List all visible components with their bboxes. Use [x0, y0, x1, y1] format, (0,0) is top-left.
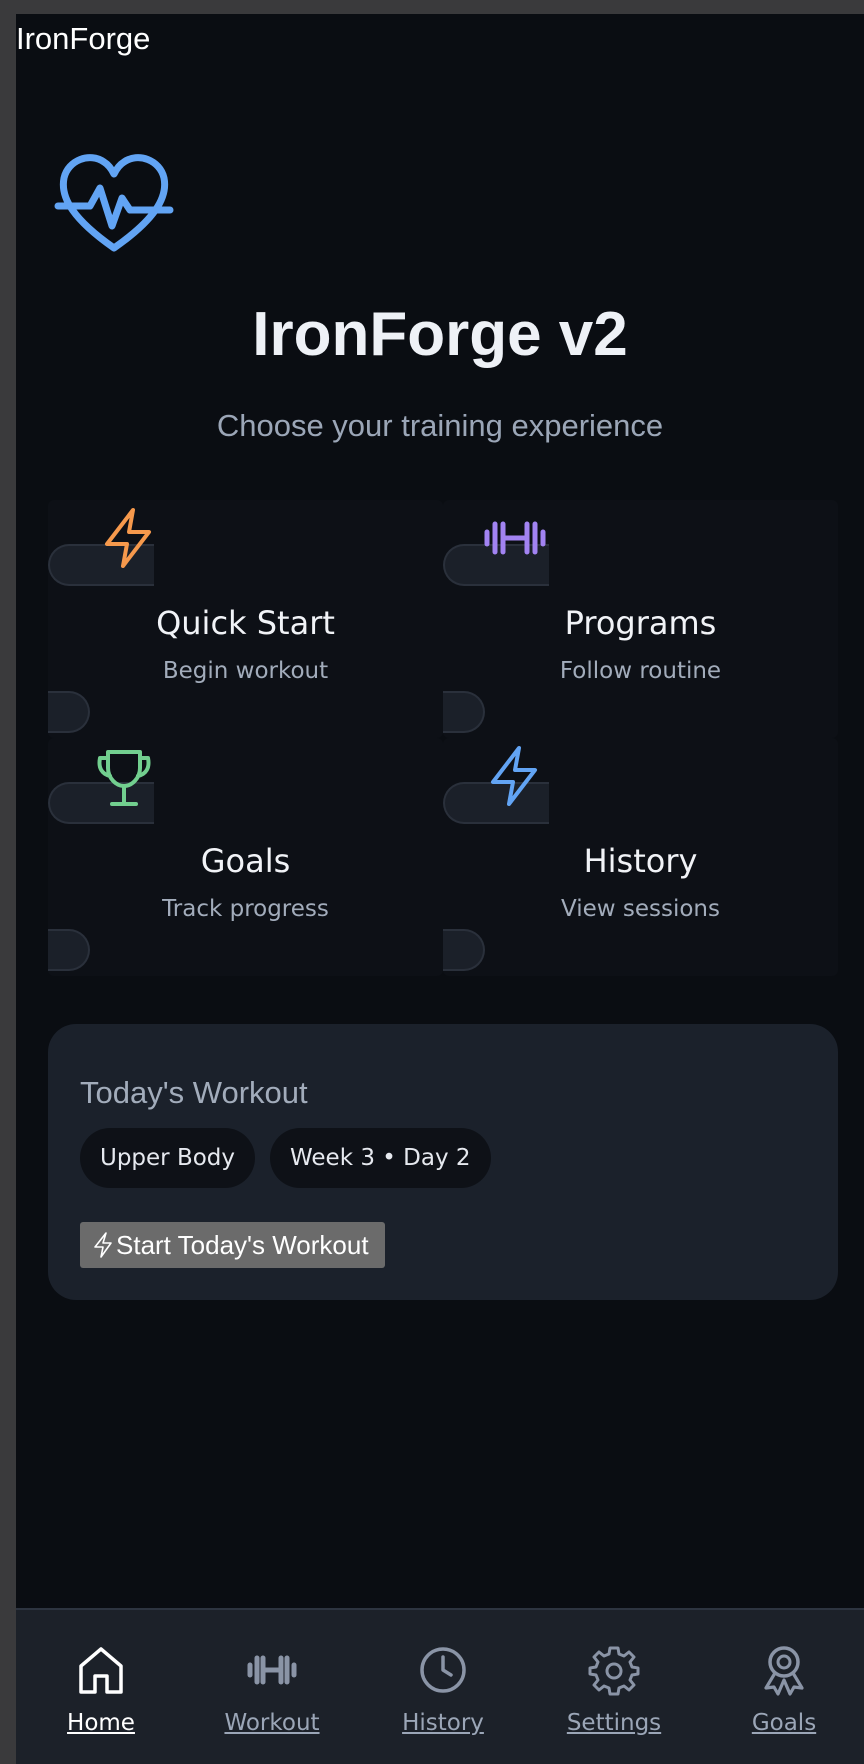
nav-item-goals[interactable]: Goals [714, 1610, 854, 1764]
nav-label: History [402, 1710, 484, 1736]
nav-item-home[interactable]: Home [31, 1610, 171, 1764]
card-pill-decoration [443, 691, 485, 733]
award-icon [764, 1646, 804, 1696]
start-button-label: Start Today's Workout [116, 1229, 369, 1260]
clock-icon [420, 1647, 466, 1693]
lightning-icon [491, 746, 537, 806]
nav-label: Settings [566, 1710, 662, 1736]
nav-item-settings[interactable]: Settings [544, 1610, 684, 1764]
app-window: IronForge IronForge v2 Choose your train… [16, 14, 864, 1764]
nav-label: Goals [751, 1710, 817, 1736]
card-pill-decoration [48, 691, 90, 733]
card-title: History [583, 842, 698, 880]
home-icon [79, 1647, 123, 1694]
card-subtitle: View sessions [560, 896, 720, 922]
nav-label: Workout [224, 1710, 320, 1736]
card-title: Goals [200, 842, 291, 880]
goals-card[interactable]: Goals Track progress [48, 738, 443, 976]
dumbbell-icon [484, 521, 546, 555]
window-title: IronForge [16, 21, 151, 56]
window-top-border [0, 0, 864, 14]
lightning-icon [105, 508, 151, 568]
card-title: Programs [564, 604, 717, 642]
todays-workout-panel: Today's Workout Upper Body Week 3 • Day … [48, 1024, 838, 1300]
heart-pulse-icon [54, 154, 174, 252]
todays-workout-title: Today's Workout [80, 1075, 308, 1110]
bottom-navigation: Home Workout History Settings Goals [16, 1608, 864, 1764]
card-subtitle: Follow routine [559, 658, 722, 684]
nav-item-workout[interactable]: Workout [202, 1610, 342, 1764]
start-todays-workout-button[interactable]: Start Today's Workout [80, 1222, 385, 1268]
history-card[interactable]: History View sessions [443, 738, 838, 976]
gear-icon [588, 1646, 640, 1696]
week-day-chip: Week 3 • Day 2 [270, 1128, 491, 1188]
page-subtitle: Choose your training experience [216, 408, 664, 443]
card-title: Quick Start [156, 604, 335, 642]
window-left-border [0, 0, 16, 1764]
quick-start-card[interactable]: Quick Start Begin workout [48, 500, 443, 738]
nav-label: Home [67, 1710, 135, 1736]
card-subtitle: Track progress [162, 896, 329, 922]
workout-type-chip: Upper Body [80, 1128, 256, 1188]
trophy-icon [97, 750, 151, 806]
programs-card[interactable]: Programs Follow routine [443, 500, 838, 738]
card-subtitle: Begin workout [162, 658, 329, 684]
page-title: IronForge v2 [252, 300, 628, 369]
nav-item-history[interactable]: History [373, 1610, 513, 1764]
card-pill-decoration [443, 929, 485, 971]
card-pill-decoration [48, 929, 90, 971]
lightning-icon [94, 1232, 112, 1258]
dumbbell-icon [247, 1655, 297, 1685]
